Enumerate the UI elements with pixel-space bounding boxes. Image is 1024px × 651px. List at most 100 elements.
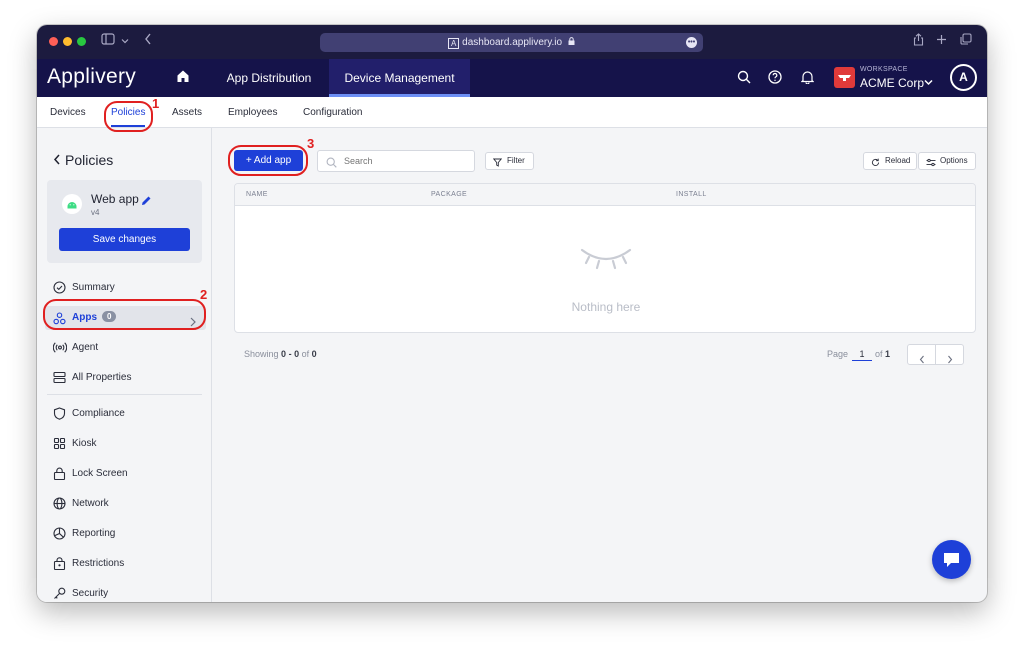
lock-box-icon (53, 557, 66, 578)
new-tab-icon[interactable] (936, 33, 947, 49)
previous-page-button[interactable] (907, 344, 936, 365)
edit-pencil-icon[interactable] (141, 193, 152, 211)
column-header-name[interactable]: NAME (246, 184, 268, 206)
browser-toolbar: Adashboard.applivery.io ••• (37, 25, 987, 59)
zoom-window-button[interactable] (77, 37, 86, 46)
showing-prefix: Showing (244, 349, 279, 359)
policy-sidebar: Policies Web app v4 Save changes Summary… (37, 128, 212, 602)
showing-of: of (301, 349, 310, 359)
url-text: dashboard.applivery.io (462, 37, 563, 48)
sub-navigation: Devices Policies Assets Employees Config… (37, 97, 987, 127)
page-number-input[interactable]: 1 (852, 347, 872, 361)
sidebar-item-label: Reporting (72, 528, 116, 539)
tab-configuration[interactable]: Configuration (303, 97, 362, 127)
policy-name: Web app (91, 192, 139, 206)
policy-card: Web app v4 Save changes (47, 180, 202, 263)
apps-table: NAME PACKAGE INSTALL Nothing here (234, 183, 976, 333)
sidebar-item-label: Summary (72, 282, 115, 293)
options-label: Options (940, 156, 968, 165)
search-input[interactable] (317, 150, 475, 172)
reload-button[interactable]: Reload (863, 152, 917, 170)
column-header-install[interactable]: INSTALL (676, 184, 707, 206)
chevron-left-icon (53, 154, 60, 165)
address-bar[interactable]: Adashboard.applivery.io ••• (320, 33, 703, 52)
filter-label: Filter (507, 156, 525, 165)
workspace-caption: WORKSPACE (860, 66, 908, 73)
back-title-label: Policies (65, 152, 114, 168)
tabs-overview-icon[interactable] (960, 33, 972, 49)
page-total-value: 1 (885, 349, 891, 359)
save-changes-button[interactable]: Save changes (59, 228, 190, 251)
more-icon[interactable]: ••• (686, 37, 697, 48)
callout-circle-apps (43, 299, 206, 330)
minimize-window-button[interactable] (63, 37, 72, 46)
tab-employees[interactable]: Employees (228, 97, 277, 127)
callout-circle-policies (104, 101, 153, 132)
sidebar-item-label: Security (72, 588, 109, 599)
next-page-button[interactable] (935, 344, 964, 365)
grid-icon (53, 437, 66, 458)
showing-from: 0 (281, 349, 287, 359)
showing-total: 0 (311, 349, 317, 359)
sidebar-item-label: Agent (72, 342, 99, 353)
sliders-icon (926, 157, 936, 173)
chevron-right-icon (947, 351, 953, 369)
showing-separator: - (288, 349, 292, 359)
reload-label: Reload (885, 156, 911, 165)
tab-assets[interactable]: Assets (172, 97, 202, 127)
home-icon[interactable] (176, 69, 190, 88)
showing-to: 0 (294, 349, 300, 359)
sidebar-item-label: Kiosk (72, 438, 97, 449)
column-header-package[interactable]: PACKAGE (431, 184, 467, 206)
callout-circle-add-app (228, 145, 308, 176)
chevron-down-icon[interactable] (121, 33, 129, 49)
policy-version: v4 (91, 208, 100, 217)
android-icon (62, 194, 82, 214)
sidebar-toggle-icon[interactable] (101, 33, 115, 49)
brand-logo[interactable]: Applivery (47, 64, 136, 90)
sidebar-item-label: Lock Screen (72, 468, 128, 479)
divider (47, 394, 202, 395)
tab-devices[interactable]: Devices (50, 97, 86, 127)
user-avatar[interactable]: A (950, 64, 977, 91)
sidebar-item-label: Restrictions (72, 558, 125, 569)
app-header: Applivery App Distribution Device Manage… (37, 59, 987, 97)
search-icon (326, 155, 337, 173)
close-window-button[interactable] (49, 37, 58, 46)
chat-bubble-icon (943, 552, 960, 573)
bell-icon[interactable] (800, 70, 815, 89)
workspace-logo[interactable] (834, 67, 855, 88)
share-icon[interactable] (913, 33, 924, 50)
sidebar-item-label: Compliance (72, 408, 125, 419)
search-icon[interactable] (737, 70, 751, 89)
site-favicon-icon: A (448, 38, 460, 49)
page-total: of 1 (875, 349, 890, 359)
back-icon[interactable] (144, 33, 152, 49)
list-icon (53, 371, 66, 392)
sidebar-item-label: All Properties (72, 372, 132, 383)
browser-window: Adashboard.applivery.io ••• Applivery Ap… (37, 25, 987, 602)
callout-number-3: 3 (307, 136, 315, 151)
filter-button[interactable]: Filter (485, 152, 534, 170)
lock-icon (568, 37, 575, 48)
filter-icon (492, 157, 503, 173)
key-icon (53, 587, 66, 602)
shield-icon (53, 407, 66, 428)
showing-summary: Showing 0 - 0 of 0 (244, 349, 317, 359)
pie-chart-icon (53, 527, 66, 548)
nav-device-management[interactable]: Device Management (329, 59, 470, 97)
help-icon[interactable] (768, 70, 782, 89)
chevron-down-icon[interactable] (924, 73, 933, 91)
back-to-policies-link[interactable]: Policies (53, 152, 113, 168)
table-header: NAME PACKAGE INSTALL (235, 184, 975, 206)
closed-eye-icon (580, 246, 632, 279)
lock-icon (53, 467, 66, 488)
page-label: Page (827, 349, 849, 359)
chevron-left-icon (919, 351, 925, 369)
broadcast-icon (52, 341, 68, 362)
nav-app-distribution[interactable]: App Distribution (219, 59, 319, 97)
workspace-name[interactable]: ACME Corp (860, 76, 924, 90)
callout-number-2: 2 (200, 287, 208, 302)
chat-support-button[interactable] (932, 540, 971, 579)
options-button[interactable]: Options (918, 152, 976, 170)
